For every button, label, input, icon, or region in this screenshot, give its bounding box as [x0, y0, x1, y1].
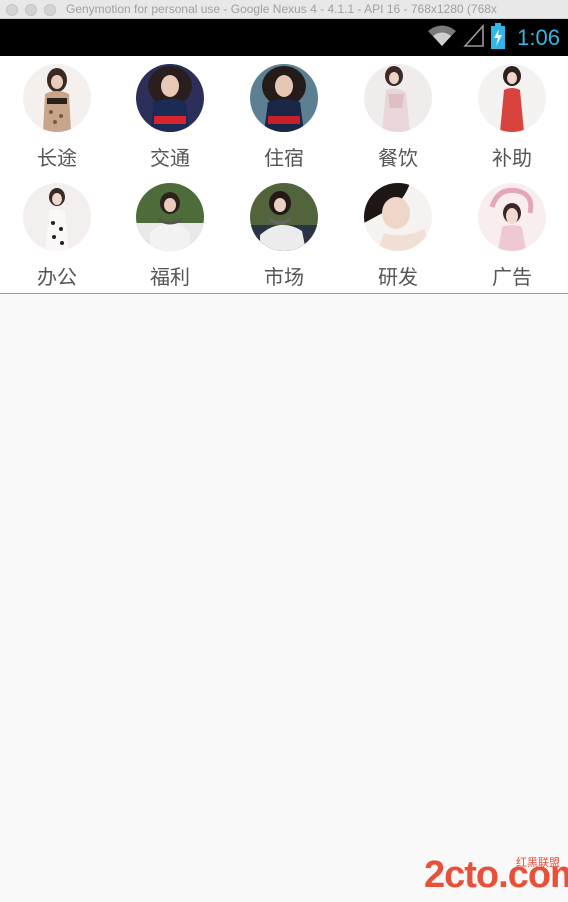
grid-item-label: 市场 [264, 265, 304, 289]
window-title: Genymotion for personal use - Google Nex… [66, 2, 497, 16]
grid-item-label: 餐饮 [378, 146, 418, 170]
grid-item-label: 广告 [492, 265, 532, 289]
grid-item-guanggao[interactable]: 广告 [455, 175, 568, 294]
status-time: 1:06 [517, 24, 560, 50]
battery-charging-icon [491, 22, 506, 53]
grid-item-label: 住宿 [264, 146, 304, 170]
app-content: 长途 交通 住宿 餐饮 补助 办公 福利 市场 研发 广告 红黑联盟 2cto.… [0, 56, 568, 902]
avatar [478, 183, 546, 251]
grid-item-changtu[interactable]: 长途 [0, 56, 114, 175]
avatar [364, 183, 432, 251]
grid-item-yanfa[interactable]: 研发 [341, 175, 455, 294]
grid-item-shichang[interactable]: 市场 [227, 175, 341, 294]
signal-icon [463, 23, 485, 52]
grid-item-label: 研发 [378, 265, 418, 289]
grid-item-label: 长途 [37, 146, 77, 170]
window-titlebar: Genymotion for personal use - Google Nex… [0, 0, 568, 19]
grid-item-zhusu[interactable]: 住宿 [227, 56, 341, 175]
avatar [136, 183, 204, 251]
grid-item-label: 办公 [37, 265, 77, 289]
watermark-logo: 红黑联盟 2cto.com [424, 854, 568, 894]
avatar [23, 64, 91, 132]
avatar [250, 183, 318, 251]
avatar [136, 64, 204, 132]
grid-item-label: 交通 [150, 146, 190, 170]
avatar [478, 64, 546, 132]
grid-item-bangong[interactable]: 办公 [0, 175, 114, 294]
grid-item-buzhu[interactable]: 补助 [455, 56, 568, 175]
minimize-window-button[interactable] [25, 4, 37, 16]
wifi-icon [427, 24, 457, 52]
grid-item-canyin[interactable]: 餐饮 [341, 56, 455, 175]
zoom-window-button[interactable] [44, 4, 56, 16]
avatar [23, 183, 91, 251]
close-window-button[interactable] [6, 4, 18, 16]
avatar [250, 64, 318, 132]
android-status-bar: 1:06 [0, 19, 568, 56]
grid-item-jiaotong[interactable]: 交通 [113, 56, 227, 175]
category-grid: 长途 交通 住宿 餐饮 补助 办公 福利 市场 研发 广告 [0, 56, 568, 294]
grid-item-label: 福利 [150, 265, 190, 289]
watermark-text: 2cto.com [424, 854, 568, 896]
grid-item-label: 补助 [492, 146, 532, 170]
grid-item-fuli[interactable]: 福利 [113, 175, 227, 294]
avatar [364, 64, 432, 132]
